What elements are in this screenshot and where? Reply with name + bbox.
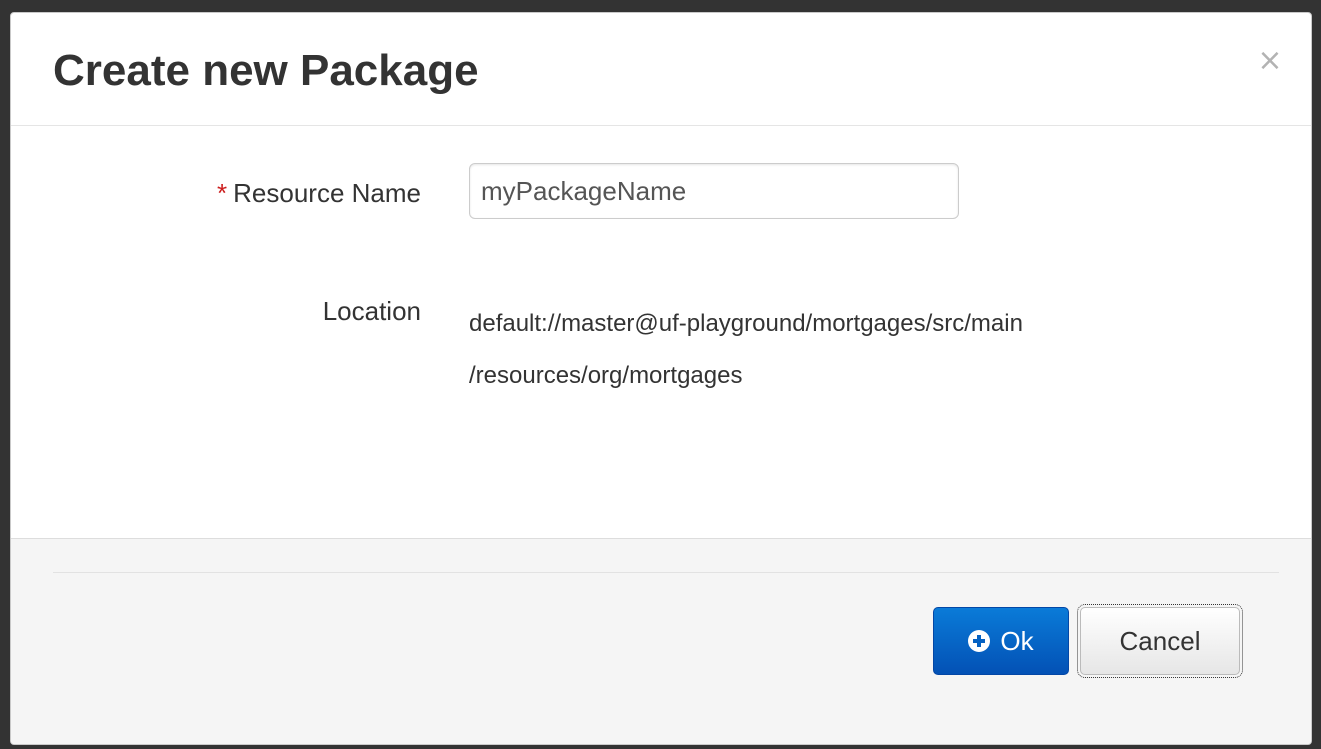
cancel-button[interactable]: Cancel bbox=[1077, 604, 1243, 678]
required-marker: * bbox=[217, 178, 228, 208]
location-value-line2: /resources/org/mortgages bbox=[469, 362, 743, 389]
location-value-line1: default://master@uf-playground/mortgages… bbox=[469, 310, 1023, 337]
location-label: Location bbox=[322, 296, 421, 326]
dialog-body: *Resource Name Location default://master… bbox=[11, 126, 1311, 538]
ok-button-label: Ok bbox=[1000, 625, 1034, 656]
close-button[interactable]: × bbox=[1255, 43, 1285, 79]
create-package-dialog: Create new Package × *Resource Name Loca… bbox=[10, 12, 1312, 745]
location-value: default://master@uf-playground/mortgages… bbox=[469, 298, 1189, 402]
dialog-header: Create new Package × bbox=[11, 13, 1311, 126]
footer-divider bbox=[53, 572, 1279, 573]
resource-name-input[interactable] bbox=[469, 163, 959, 219]
ok-button[interactable]: Ok bbox=[933, 607, 1069, 675]
resource-name-label-text: Resource Name bbox=[233, 178, 421, 208]
plus-circle-icon bbox=[968, 630, 991, 652]
dialog-title: Create new Package bbox=[53, 46, 479, 95]
resource-name-label: * Resource Name bbox=[217, 178, 421, 209]
dialog-footer: Ok Cancel bbox=[11, 538, 1311, 744]
